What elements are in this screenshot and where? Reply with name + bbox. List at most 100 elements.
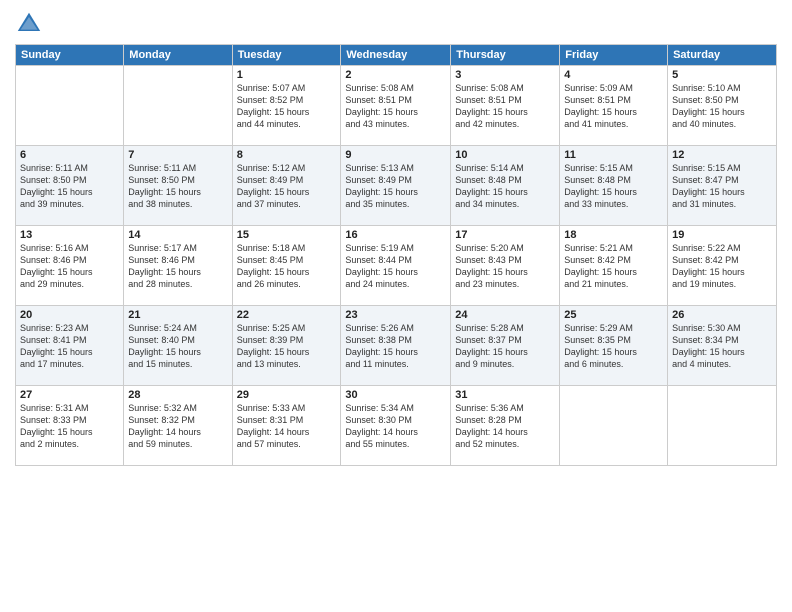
calendar-cell: 20Sunrise: 5:23 AM Sunset: 8:41 PM Dayli…: [16, 306, 124, 386]
day-number: 4: [564, 69, 663, 81]
calendar-cell: 8Sunrise: 5:12 AM Sunset: 8:49 PM Daylig…: [232, 146, 341, 226]
day-info: Sunrise: 5:28 AM Sunset: 8:37 PM Dayligh…: [455, 322, 555, 371]
calendar-cell: 24Sunrise: 5:28 AM Sunset: 8:37 PM Dayli…: [451, 306, 560, 386]
day-number: 14: [128, 229, 227, 241]
day-number: 9: [345, 149, 446, 161]
weekday-monday: Monday: [124, 45, 232, 66]
day-info: Sunrise: 5:31 AM Sunset: 8:33 PM Dayligh…: [20, 402, 119, 451]
day-info: Sunrise: 5:17 AM Sunset: 8:46 PM Dayligh…: [128, 242, 227, 291]
day-info: Sunrise: 5:24 AM Sunset: 8:40 PM Dayligh…: [128, 322, 227, 371]
weekday-wednesday: Wednesday: [341, 45, 451, 66]
header: [15, 10, 777, 38]
calendar-cell: 2Sunrise: 5:08 AM Sunset: 8:51 PM Daylig…: [341, 66, 451, 146]
day-info: Sunrise: 5:22 AM Sunset: 8:42 PM Dayligh…: [672, 242, 772, 291]
day-info: Sunrise: 5:34 AM Sunset: 8:30 PM Dayligh…: [345, 402, 446, 451]
day-number: 22: [237, 309, 337, 321]
weekday-header-row: SundayMondayTuesdayWednesdayThursdayFrid…: [16, 45, 777, 66]
day-info: Sunrise: 5:23 AM Sunset: 8:41 PM Dayligh…: [20, 322, 119, 371]
day-number: 31: [455, 389, 555, 401]
day-info: Sunrise: 5:15 AM Sunset: 8:48 PM Dayligh…: [564, 162, 663, 211]
calendar-cell: 19Sunrise: 5:22 AM Sunset: 8:42 PM Dayli…: [668, 226, 777, 306]
day-info: Sunrise: 5:20 AM Sunset: 8:43 PM Dayligh…: [455, 242, 555, 291]
day-number: 27: [20, 389, 119, 401]
day-number: 16: [345, 229, 446, 241]
day-number: 5: [672, 69, 772, 81]
day-number: 20: [20, 309, 119, 321]
calendar-week-row: 27Sunrise: 5:31 AM Sunset: 8:33 PM Dayli…: [16, 386, 777, 466]
weekday-tuesday: Tuesday: [232, 45, 341, 66]
day-info: Sunrise: 5:16 AM Sunset: 8:46 PM Dayligh…: [20, 242, 119, 291]
calendar-cell: 10Sunrise: 5:14 AM Sunset: 8:48 PM Dayli…: [451, 146, 560, 226]
calendar-cell: 14Sunrise: 5:17 AM Sunset: 8:46 PM Dayli…: [124, 226, 232, 306]
weekday-sunday: Sunday: [16, 45, 124, 66]
logo-icon: [15, 10, 43, 38]
calendar-week-row: 1Sunrise: 5:07 AM Sunset: 8:52 PM Daylig…: [16, 66, 777, 146]
calendar-cell: 1Sunrise: 5:07 AM Sunset: 8:52 PM Daylig…: [232, 66, 341, 146]
day-number: 7: [128, 149, 227, 161]
calendar-cell: 28Sunrise: 5:32 AM Sunset: 8:32 PM Dayli…: [124, 386, 232, 466]
calendar-week-row: 6Sunrise: 5:11 AM Sunset: 8:50 PM Daylig…: [16, 146, 777, 226]
calendar-cell: 25Sunrise: 5:29 AM Sunset: 8:35 PM Dayli…: [560, 306, 668, 386]
calendar-cell: 3Sunrise: 5:08 AM Sunset: 8:51 PM Daylig…: [451, 66, 560, 146]
page: SundayMondayTuesdayWednesdayThursdayFrid…: [0, 0, 792, 612]
calendar-week-row: 20Sunrise: 5:23 AM Sunset: 8:41 PM Dayli…: [16, 306, 777, 386]
calendar-cell: [124, 66, 232, 146]
calendar-cell: 22Sunrise: 5:25 AM Sunset: 8:39 PM Dayli…: [232, 306, 341, 386]
day-number: 23: [345, 309, 446, 321]
day-number: 3: [455, 69, 555, 81]
day-info: Sunrise: 5:09 AM Sunset: 8:51 PM Dayligh…: [564, 82, 663, 131]
day-number: 6: [20, 149, 119, 161]
calendar-cell: 29Sunrise: 5:33 AM Sunset: 8:31 PM Dayli…: [232, 386, 341, 466]
calendar-cell: [16, 66, 124, 146]
day-info: Sunrise: 5:12 AM Sunset: 8:49 PM Dayligh…: [237, 162, 337, 211]
calendar-cell: 23Sunrise: 5:26 AM Sunset: 8:38 PM Dayli…: [341, 306, 451, 386]
day-info: Sunrise: 5:30 AM Sunset: 8:34 PM Dayligh…: [672, 322, 772, 371]
calendar-cell: [560, 386, 668, 466]
day-number: 19: [672, 229, 772, 241]
calendar-cell: 5Sunrise: 5:10 AM Sunset: 8:50 PM Daylig…: [668, 66, 777, 146]
calendar-cell: 9Sunrise: 5:13 AM Sunset: 8:49 PM Daylig…: [341, 146, 451, 226]
day-number: 26: [672, 309, 772, 321]
calendar-cell: 30Sunrise: 5:34 AM Sunset: 8:30 PM Dayli…: [341, 386, 451, 466]
day-number: 2: [345, 69, 446, 81]
day-info: Sunrise: 5:21 AM Sunset: 8:42 PM Dayligh…: [564, 242, 663, 291]
weekday-saturday: Saturday: [668, 45, 777, 66]
day-number: 15: [237, 229, 337, 241]
calendar-cell: 18Sunrise: 5:21 AM Sunset: 8:42 PM Dayli…: [560, 226, 668, 306]
calendar-cell: 31Sunrise: 5:36 AM Sunset: 8:28 PM Dayli…: [451, 386, 560, 466]
day-number: 30: [345, 389, 446, 401]
calendar-table: SundayMondayTuesdayWednesdayThursdayFrid…: [15, 44, 777, 466]
calendar-cell: 26Sunrise: 5:30 AM Sunset: 8:34 PM Dayli…: [668, 306, 777, 386]
day-info: Sunrise: 5:26 AM Sunset: 8:38 PM Dayligh…: [345, 322, 446, 371]
day-info: Sunrise: 5:36 AM Sunset: 8:28 PM Dayligh…: [455, 402, 555, 451]
day-info: Sunrise: 5:29 AM Sunset: 8:35 PM Dayligh…: [564, 322, 663, 371]
day-info: Sunrise: 5:11 AM Sunset: 8:50 PM Dayligh…: [20, 162, 119, 211]
day-number: 18: [564, 229, 663, 241]
calendar-week-row: 13Sunrise: 5:16 AM Sunset: 8:46 PM Dayli…: [16, 226, 777, 306]
day-number: 28: [128, 389, 227, 401]
weekday-thursday: Thursday: [451, 45, 560, 66]
day-info: Sunrise: 5:07 AM Sunset: 8:52 PM Dayligh…: [237, 82, 337, 131]
calendar-cell: 17Sunrise: 5:20 AM Sunset: 8:43 PM Dayli…: [451, 226, 560, 306]
day-number: 12: [672, 149, 772, 161]
day-info: Sunrise: 5:08 AM Sunset: 8:51 PM Dayligh…: [455, 82, 555, 131]
day-number: 1: [237, 69, 337, 81]
day-info: Sunrise: 5:19 AM Sunset: 8:44 PM Dayligh…: [345, 242, 446, 291]
day-info: Sunrise: 5:33 AM Sunset: 8:31 PM Dayligh…: [237, 402, 337, 451]
calendar-cell: 15Sunrise: 5:18 AM Sunset: 8:45 PM Dayli…: [232, 226, 341, 306]
day-number: 8: [237, 149, 337, 161]
calendar-cell: [668, 386, 777, 466]
weekday-friday: Friday: [560, 45, 668, 66]
calendar-cell: 12Sunrise: 5:15 AM Sunset: 8:47 PM Dayli…: [668, 146, 777, 226]
day-info: Sunrise: 5:08 AM Sunset: 8:51 PM Dayligh…: [345, 82, 446, 131]
calendar-cell: 21Sunrise: 5:24 AM Sunset: 8:40 PM Dayli…: [124, 306, 232, 386]
day-info: Sunrise: 5:15 AM Sunset: 8:47 PM Dayligh…: [672, 162, 772, 211]
day-number: 11: [564, 149, 663, 161]
day-info: Sunrise: 5:11 AM Sunset: 8:50 PM Dayligh…: [128, 162, 227, 211]
calendar-cell: 7Sunrise: 5:11 AM Sunset: 8:50 PM Daylig…: [124, 146, 232, 226]
calendar-cell: 4Sunrise: 5:09 AM Sunset: 8:51 PM Daylig…: [560, 66, 668, 146]
day-number: 10: [455, 149, 555, 161]
day-info: Sunrise: 5:32 AM Sunset: 8:32 PM Dayligh…: [128, 402, 227, 451]
day-info: Sunrise: 5:14 AM Sunset: 8:48 PM Dayligh…: [455, 162, 555, 211]
calendar-cell: 11Sunrise: 5:15 AM Sunset: 8:48 PM Dayli…: [560, 146, 668, 226]
